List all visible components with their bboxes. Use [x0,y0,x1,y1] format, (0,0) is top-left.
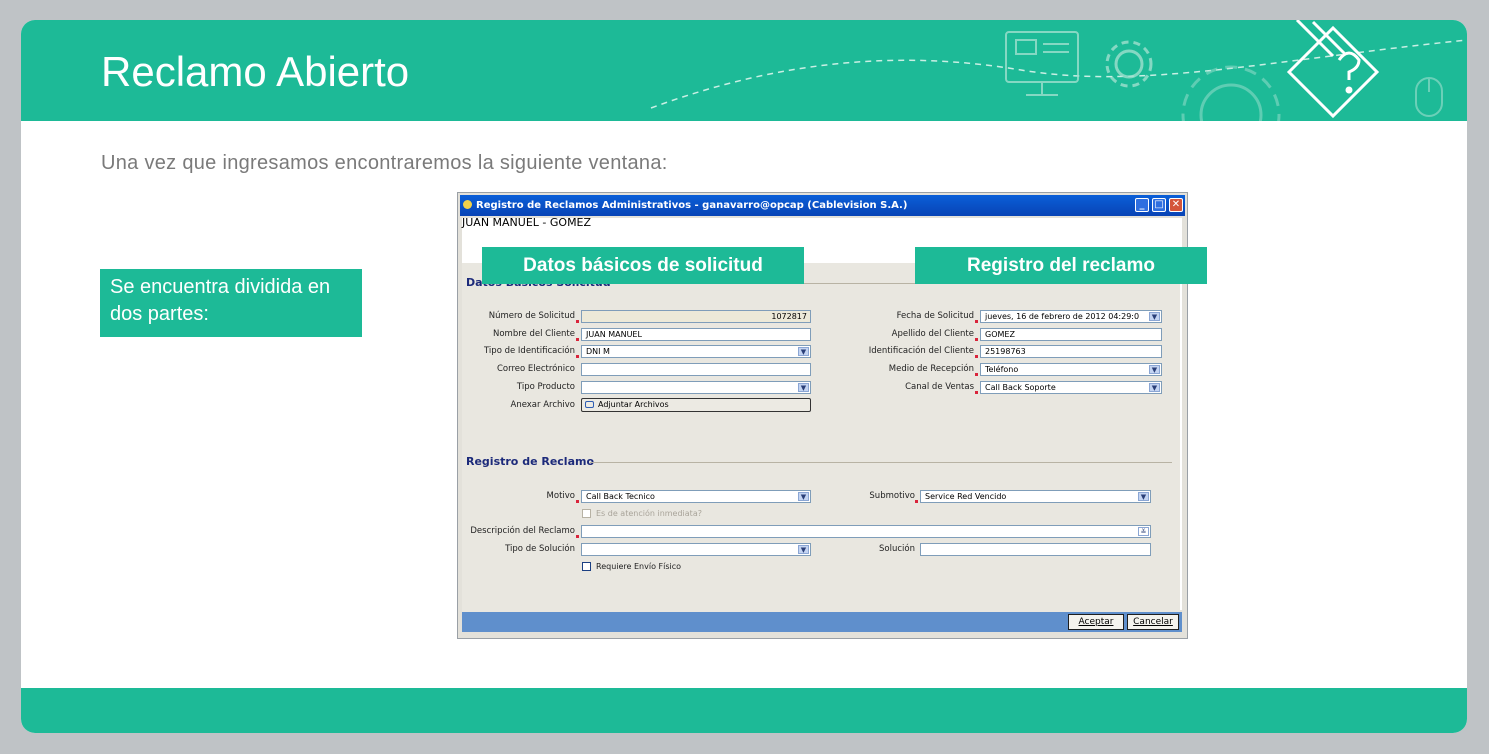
form-area: Datos Básicos Solicitud Número de Solici… [462,263,1180,612]
nombre-cliente-field[interactable]: JUAN MANUEL [581,328,811,341]
descripcion-field[interactable]: ≚ [581,525,1151,538]
medio-recepcion-select[interactable]: Teléfono ▼ [980,363,1162,376]
tipo-identificacion-select[interactable]: DNI M ▼ [581,345,811,358]
required-mark [576,355,579,358]
label-motivo: Motivo [546,491,575,501]
large-gear-icon [1181,65,1281,121]
label-tipo-solucion: Tipo de Solución [505,544,575,554]
label-canal-ventas: Canal de Ventas [905,382,974,392]
inmediata-label: Es de atención inmediata? [596,509,702,518]
motivo-select[interactable]: Call Back Tecnico ▼ [581,490,811,503]
section-title-registro: Registro de Reclamo [466,455,595,468]
app-icon [463,200,472,209]
chevron-down-icon[interactable]: ▼ [1149,312,1160,321]
chevron-down-icon[interactable]: ▼ [1149,383,1160,392]
gear-icon [1105,40,1153,88]
fecha-solicitud-value: jueves, 16 de febrero de 2012 04:29:0 [985,312,1140,321]
label-identificacion-cliente: Identificación del Cliente [868,346,974,356]
tag-datos-basicos: Datos básicos de solicitud [482,247,804,284]
inmediata-checkbox[interactable] [582,509,591,518]
chevron-down-icon[interactable]: ▼ [798,347,809,356]
motivo-value: Call Back Tecnico [586,492,655,501]
submotivo-select[interactable]: Service Red Vencido ▼ [920,490,1151,503]
canal-ventas-select[interactable]: Call Back Soporte ▼ [980,381,1162,394]
required-mark [975,373,978,376]
label-anexar-archivo: Anexar Archivo [510,400,576,410]
label-medio-recepcion: Medio de Recepción [888,364,974,374]
canal-ventas-value: Call Back Soporte [985,383,1056,392]
intro-text: Una vez que ingresamos encontraremos la … [101,152,668,174]
chevron-down-icon[interactable]: ▼ [1149,365,1160,374]
tag-registro-reclamo: Registro del reclamo [915,247,1207,284]
page-title: Reclamo Abierto [101,48,410,95]
monitor-icon [1005,31,1079,96]
callout-box: Se encuentra dividida en dos partes: [100,269,362,337]
footer-bar [21,688,1467,733]
adjuntar-label: Adjuntar Archivos [598,400,669,409]
section-divider [590,462,1172,463]
required-mark [576,500,579,503]
submotivo-value: Service Red Vencido [925,492,1007,501]
window-title: Registro de Reclamos Administrativos - g… [476,200,908,211]
tipo-identificacion-value: DNI M [586,347,610,356]
label-descripcion: Descripción del Reclamo [470,526,575,536]
adjuntar-archivos-button[interactable]: Adjuntar Archivos [581,398,811,412]
label-tipo-producto: Tipo Producto [516,382,575,392]
fecha-solicitud-select[interactable]: jueves, 16 de febrero de 2012 04:29:0 ▼ [980,310,1162,323]
required-mark [975,338,978,341]
expand-icon[interactable]: ≚ [1138,527,1149,536]
medio-recepcion-value: Teléfono [985,365,1019,374]
pencil-help-icon [1286,20,1380,119]
required-mark [576,338,579,341]
user-name: JUAN MANUEL - GOMEZ [462,216,592,229]
apellido-cliente-field[interactable]: GOMEZ [980,328,1162,341]
label-tipo-identificacion: Tipo de Identificación [484,346,575,356]
label-numero-solicitud: Número de Solicitud [488,311,575,321]
label-correo: Correo Electrónico [496,364,575,374]
required-mark [975,391,978,394]
chevron-down-icon[interactable]: ▼ [798,492,809,501]
window-titlebar: Registro de Reclamos Administrativos - g… [460,195,1185,216]
minimize-icon[interactable]: _ [1135,198,1149,212]
label-fecha-solicitud: Fecha de Solicitud [896,311,974,321]
tipo-solucion-select[interactable]: ▼ [581,543,811,556]
title-banner: Reclamo Abierto [21,20,1467,121]
maximize-icon[interactable]: □ [1152,198,1166,212]
identificacion-cliente-field[interactable]: 25198763 [980,345,1162,358]
mouse-icon [1415,77,1443,117]
envio-fisico-label: Requiere Envío Físico [596,562,682,571]
chevron-down-icon[interactable]: ▼ [798,545,809,554]
label-nombre-cliente: Nombre del Cliente [493,329,575,339]
tipo-producto-select[interactable]: ▼ [581,381,811,394]
required-mark [576,535,579,538]
solucion-field[interactable] [920,543,1151,556]
envio-fisico-checkbox[interactable] [582,562,591,571]
required-mark [975,320,978,323]
label-solucion: Solución [879,544,915,554]
label-apellido-cliente: Apellido del Cliente [891,329,974,339]
required-mark [975,355,978,358]
chevron-down-icon[interactable]: ▼ [1138,492,1149,501]
required-mark [915,500,918,503]
label-submotivo: Submotivo [869,491,915,501]
aceptar-button[interactable]: Aceptar [1068,614,1124,630]
cancelar-button[interactable]: Cancelar [1127,614,1179,630]
window-button-bar: Aceptar Cancelar [462,612,1182,632]
chevron-down-icon[interactable]: ▼ [798,383,809,392]
paperclip-icon [585,401,594,408]
numero-solicitud-field: 1072817 [581,310,811,323]
close-icon[interactable]: ✕ [1169,198,1183,212]
correo-field[interactable] [581,363,811,376]
required-mark [576,320,579,323]
